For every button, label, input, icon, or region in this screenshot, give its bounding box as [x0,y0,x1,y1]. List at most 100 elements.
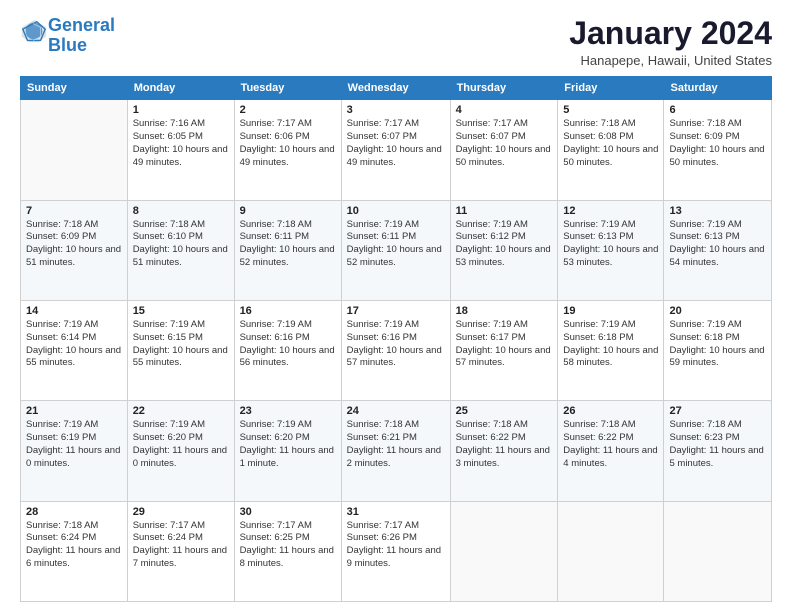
day-cell: 15 Sunrise: 7:19 AM Sunset: 6:15 PM Dayli… [127,300,234,400]
header: General Blue January 2024 Hanapepe, Hawa… [20,16,772,68]
day-cell: 12 Sunrise: 7:19 AM Sunset: 6:13 PM Dayli… [558,200,664,300]
day-cell: 25 Sunrise: 7:18 AM Sunset: 6:22 PM Dayli… [450,401,558,501]
day-number: 22 [133,405,229,417]
day-cell: 8 Sunrise: 7:18 AM Sunset: 6:10 PM Daylig… [127,200,234,300]
logo-blue: Blue [48,35,87,55]
week-row-2: 14 Sunrise: 7:19 AM Sunset: 6:14 PM Dayli… [21,300,772,400]
day-cell: 19 Sunrise: 7:19 AM Sunset: 6:18 PM Dayli… [558,300,664,400]
day-info: Sunrise: 7:19 AM Sunset: 6:14 PM Dayligh… [26,319,122,370]
day-info: Sunrise: 7:19 AM Sunset: 6:12 PM Dayligh… [456,219,553,270]
logo-text: General Blue [48,16,115,56]
day-cell: 5Sunrise: 7:18 AM Sunset: 6:08 PM Daylig… [558,100,664,200]
day-cell: 24Sunrise: 7:18 AM Sunset: 6:21 PM Dayli… [341,401,450,501]
day-info: Sunrise: 7:19 AM Sunset: 6:16 PM Dayligh… [347,319,445,370]
day-number: 27 [669,405,766,417]
week-row-4: 28 Sunrise: 7:18 AM Sunset: 6:24 PM Dayli… [21,501,772,601]
day-cell: 30Sunrise: 7:17 AM Sunset: 6:25 PM Dayli… [234,501,341,601]
day-info: Sunrise: 7:16 AM Sunset: 6:05 PM Dayligh… [133,118,229,169]
day-number: 8 [133,205,229,217]
day-cell: 6Sunrise: 7:18 AM Sunset: 6:09 PM Daylig… [664,100,772,200]
day-cell: 18 Sunrise: 7:19 AM Sunset: 6:17 PM Dayli… [450,300,558,400]
col-friday: Friday [558,77,664,100]
calendar-table: Sunday Monday Tuesday Wednesday Thursday… [20,76,772,602]
day-cell: 4Sunrise: 7:17 AM Sunset: 6:07 PM Daylig… [450,100,558,200]
day-cell: 14 Sunrise: 7:19 AM Sunset: 6:14 PM Dayli… [21,300,128,400]
month-title: January 2024 [569,16,772,51]
day-cell: 21 Sunrise: 7:19 AM Sunset: 6:19 PM Dayli… [21,401,128,501]
day-info: Sunrise: 7:17 AM Sunset: 6:06 PM Dayligh… [240,118,336,169]
day-info: Sunrise: 7:18 AM Sunset: 6:09 PM Dayligh… [26,219,122,270]
day-number: 31 [347,506,445,518]
week-row-0: 1 Sunrise: 7:16 AM Sunset: 6:05 PM Daylig… [21,100,772,200]
day-info: Sunrise: 7:19 AM Sunset: 6:20 PM Dayligh… [240,419,336,470]
day-info: Sunrise: 7:18 AM Sunset: 6:22 PM Dayligh… [456,419,553,470]
week-row-1: 7 Sunrise: 7:18 AM Sunset: 6:09 PM Daylig… [21,200,772,300]
day-cell: 26 Sunrise: 7:18 AM Sunset: 6:22 PM Dayli… [558,401,664,501]
day-cell: 2 Sunrise: 7:17 AM Sunset: 6:06 PM Daylig… [234,100,341,200]
day-number: 2 [240,104,336,116]
day-cell [450,501,558,601]
day-number: 10 [347,205,445,217]
day-cell: 13Sunrise: 7:19 AM Sunset: 6:13 PM Dayli… [664,200,772,300]
day-cell: 28 Sunrise: 7:18 AM Sunset: 6:24 PM Dayli… [21,501,128,601]
day-number: 5 [563,104,658,116]
col-saturday: Saturday [664,77,772,100]
day-cell: 20Sunrise: 7:19 AM Sunset: 6:18 PM Dayli… [664,300,772,400]
day-cell: 31 Sunrise: 7:17 AM Sunset: 6:26 PM Dayli… [341,501,450,601]
day-number: 3 [347,104,445,116]
day-number: 29 [133,506,229,518]
day-number: 17 [347,305,445,317]
logo-general: General [48,15,115,35]
logo: General Blue [20,16,115,56]
day-number: 12 [563,205,658,217]
day-info: Sunrise: 7:19 AM Sunset: 6:18 PM Dayligh… [563,319,658,370]
day-number: 28 [26,506,122,518]
day-info: Sunrise: 7:17 AM Sunset: 6:07 PM Dayligh… [347,118,445,169]
day-number: 18 [456,305,553,317]
week-row-3: 21 Sunrise: 7:19 AM Sunset: 6:19 PM Dayli… [21,401,772,501]
day-cell: 9 Sunrise: 7:18 AM Sunset: 6:11 PM Daylig… [234,200,341,300]
day-number: 21 [26,405,122,417]
day-cell [558,501,664,601]
day-info: Sunrise: 7:19 AM Sunset: 6:13 PM Dayligh… [669,219,766,270]
col-tuesday: Tuesday [234,77,341,100]
day-info: Sunrise: 7:19 AM Sunset: 6:20 PM Dayligh… [133,419,229,470]
day-cell: 17 Sunrise: 7:19 AM Sunset: 6:16 PM Dayli… [341,300,450,400]
day-info: Sunrise: 7:19 AM Sunset: 6:15 PM Dayligh… [133,319,229,370]
day-info: Sunrise: 7:19 AM Sunset: 6:19 PM Dayligh… [26,419,122,470]
day-cell: 11 Sunrise: 7:19 AM Sunset: 6:12 PM Dayli… [450,200,558,300]
day-number: 6 [669,104,766,116]
day-number: 14 [26,305,122,317]
day-cell: 23Sunrise: 7:19 AM Sunset: 6:20 PM Dayli… [234,401,341,501]
day-info: Sunrise: 7:19 AM Sunset: 6:18 PM Dayligh… [669,319,766,370]
day-number: 15 [133,305,229,317]
col-monday: Monday [127,77,234,100]
day-number: 25 [456,405,553,417]
day-number: 16 [240,305,336,317]
day-number: 19 [563,305,658,317]
day-cell: 27 Sunrise: 7:18 AM Sunset: 6:23 PM Dayli… [664,401,772,501]
day-cell: 1 Sunrise: 7:16 AM Sunset: 6:05 PM Daylig… [127,100,234,200]
col-sunday: Sunday [21,77,128,100]
day-number: 4 [456,104,553,116]
day-number: 26 [563,405,658,417]
day-info: Sunrise: 7:18 AM Sunset: 6:22 PM Dayligh… [563,419,658,470]
day-number: 9 [240,205,336,217]
day-info: Sunrise: 7:17 AM Sunset: 6:26 PM Dayligh… [347,520,445,571]
day-number: 1 [133,104,229,116]
day-info: Sunrise: 7:18 AM Sunset: 6:10 PM Dayligh… [133,219,229,270]
col-thursday: Thursday [450,77,558,100]
day-number: 11 [456,205,553,217]
day-number: 7 [26,205,122,217]
header-row: Sunday Monday Tuesday Wednesday Thursday… [21,77,772,100]
day-cell: 16Sunrise: 7:19 AM Sunset: 6:16 PM Dayli… [234,300,341,400]
day-number: 30 [240,506,336,518]
day-cell: 29Sunrise: 7:17 AM Sunset: 6:24 PM Dayli… [127,501,234,601]
day-info: Sunrise: 7:18 AM Sunset: 6:24 PM Dayligh… [26,520,122,571]
day-info: Sunrise: 7:19 AM Sunset: 6:11 PM Dayligh… [347,219,445,270]
day-number: 24 [347,405,445,417]
day-info: Sunrise: 7:18 AM Sunset: 6:11 PM Dayligh… [240,219,336,270]
day-info: Sunrise: 7:18 AM Sunset: 6:23 PM Dayligh… [669,419,766,470]
day-info: Sunrise: 7:19 AM Sunset: 6:13 PM Dayligh… [563,219,658,270]
day-info: Sunrise: 7:19 AM Sunset: 6:17 PM Dayligh… [456,319,553,370]
